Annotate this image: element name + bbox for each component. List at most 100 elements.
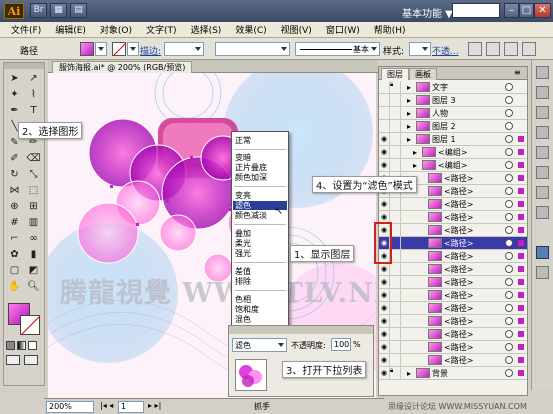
fill-dropdown[interactable]	[95, 42, 107, 56]
blend-mode-option[interactable]: 差值	[235, 267, 251, 276]
column-graph-tool-icon[interactable]: ▮	[25, 247, 42, 262]
symbols-panel-icon[interactable]	[536, 126, 549, 139]
document-setup-icon[interactable]	[468, 42, 482, 56]
gradient-tool-icon[interactable]: ▥	[25, 215, 42, 230]
expand-arrow-icon[interactable]: ▸	[407, 83, 414, 92]
lock-toggle[interactable]	[390, 133, 401, 145]
visibility-eye-icon[interactable]: ◉	[379, 315, 390, 327]
stroke-weight-input[interactable]	[164, 42, 204, 56]
target-circle-icon[interactable]	[505, 369, 513, 377]
bridge-icon[interactable]: Br	[30, 3, 47, 18]
lock-toggle[interactable]	[390, 276, 401, 288]
lock-toggle[interactable]	[390, 107, 401, 119]
lock-toggle[interactable]	[390, 146, 401, 158]
target-circle-icon[interactable]	[505, 109, 513, 117]
stroke-panel-icon[interactable]	[536, 146, 549, 159]
layout-icon[interactable]: ▤	[70, 3, 87, 18]
layer-row[interactable]: ◉<路径>	[379, 250, 527, 263]
swatches-panel-icon[interactable]	[536, 86, 549, 99]
free-transform-tool-icon[interactable]: ⬚	[25, 183, 42, 198]
lock-toggle[interactable]	[390, 341, 401, 353]
blend-mode-list[interactable]: 正常 变暗 正片叠底 颜色加深 变亮 滤色 颜色减淡 叠加 柔光 强光 差值 排…	[231, 131, 289, 339]
visibility-eye-icon[interactable]	[379, 94, 390, 106]
stroke-swatch[interactable]	[112, 42, 126, 56]
target-circle-icon[interactable]	[505, 200, 513, 208]
shape-builder-tool-icon[interactable]: ⊕	[6, 199, 23, 214]
menu-file[interactable]: 文件(F)	[4, 23, 48, 36]
blend-mode-option[interactable]: 色相	[235, 295, 251, 304]
target-circle-icon[interactable]	[505, 122, 513, 130]
target-circle-icon[interactable]	[505, 304, 513, 312]
target-circle-icon[interactable]	[505, 226, 513, 234]
lock-toggle[interactable]	[390, 302, 401, 314]
layer-row[interactable]: ◉<路径>	[379, 341, 527, 354]
target-circle-icon[interactable]	[505, 96, 513, 104]
document-tab[interactable]: 服饰海报.ai* @ 200% (RGB/预览)	[52, 61, 193, 73]
visibility-eye-icon[interactable]: ◉	[379, 289, 390, 301]
target-circle-icon[interactable]	[505, 187, 513, 195]
target-circle-icon[interactable]	[505, 330, 513, 338]
target-circle-icon[interactable]	[505, 356, 513, 364]
blend-mode-option[interactable]: 柔光	[235, 239, 251, 248]
selection-indicator[interactable]	[518, 253, 524, 259]
eyedropper-tool-icon[interactable]: ⌐	[6, 231, 23, 246]
visibility-eye-icon[interactable]	[379, 107, 390, 119]
layer-row[interactable]: ◉ 🔒︎ ▸ 背景	[379, 367, 527, 380]
lock-toggle[interactable]	[390, 120, 401, 132]
blend-mode-option[interactable]: 正常	[235, 136, 251, 145]
blend-mode-option[interactable]: 叠加	[235, 229, 251, 238]
expand-arrow-icon[interactable]: ▸	[407, 122, 414, 131]
layer-row[interactable]: ▸ 图层 3	[379, 94, 527, 107]
gradient-panel-icon[interactable]	[536, 166, 549, 179]
stroke-color-box[interactable]	[20, 315, 40, 335]
selection-indicator[interactable]	[518, 123, 524, 129]
expand-arrow-icon[interactable]: ▸	[413, 148, 420, 157]
target-circle-icon[interactable]	[505, 343, 513, 351]
layer-row[interactable]: 🔒︎ ▸ 文字	[379, 81, 527, 94]
mesh-tool-icon[interactable]: #	[6, 215, 23, 230]
expand-arrow-icon[interactable]: ▸	[413, 161, 420, 170]
appearance-panel-icon[interactable]	[536, 206, 549, 219]
none-mode-icon[interactable]	[28, 341, 37, 350]
layer-row[interactable]: ◉ ▸ <编组>	[379, 146, 527, 159]
maximize-button[interactable]: □	[519, 3, 534, 18]
layer-row[interactable]: ◉<路径>	[379, 354, 527, 367]
scale-tool-icon[interactable]: ⤡	[25, 167, 42, 182]
selection-indicator[interactable]	[518, 149, 524, 155]
selection-indicator[interactable]	[518, 292, 524, 298]
target-circle-icon[interactable]	[505, 265, 513, 273]
selection-indicator[interactable]	[518, 318, 524, 324]
layer-row[interactable]: ◉<路径>	[379, 211, 527, 224]
target-circle-icon[interactable]	[505, 317, 513, 325]
search-input[interactable]	[452, 3, 500, 18]
visibility-eye-icon[interactable]: ◉	[379, 328, 390, 340]
expand-arrow-icon[interactable]: ▸	[407, 96, 414, 105]
selection-indicator[interactable]	[518, 357, 524, 363]
color-mode-icon[interactable]	[6, 341, 15, 350]
lock-toggle[interactable]	[390, 289, 401, 301]
blend-tool-icon[interactable]: ∞	[25, 231, 42, 246]
tab-artboards[interactable]: 画板	[409, 68, 437, 80]
first-page-icon[interactable]: |◂ ◂	[100, 401, 113, 410]
visibility-eye-icon[interactable]: ◉	[379, 302, 390, 314]
minimize-button[interactable]: –	[504, 3, 519, 18]
target-circle-icon[interactable]	[505, 174, 513, 182]
expand-arrow-icon[interactable]: ▸	[407, 135, 414, 144]
menu-help[interactable]: 帮助(H)	[367, 23, 413, 36]
layer-row[interactable]: ▸ 图层 2	[379, 120, 527, 133]
style-dropdown[interactable]	[409, 42, 431, 56]
target-circle-icon[interactable]	[505, 252, 513, 260]
expand-arrow-icon[interactable]: ▸	[407, 369, 414, 378]
arrange-icon[interactable]: ▦	[50, 3, 67, 18]
visibility-eye-icon[interactable]: ◉	[379, 198, 390, 210]
visibility-eye-icon[interactable]: ◉	[379, 354, 390, 366]
visibility-eye-icon[interactable]: ◉	[379, 263, 390, 275]
selection-tool-icon[interactable]: ➤	[6, 71, 23, 86]
blob-brush-tool-icon[interactable]: ✐	[6, 151, 23, 166]
lock-toggle[interactable]	[390, 328, 401, 340]
rotate-tool-icon[interactable]: ↻	[6, 167, 23, 182]
visibility-eye-icon[interactable]: ◉	[379, 159, 390, 171]
color-panel-icon[interactable]	[536, 66, 549, 79]
visibility-eye-icon[interactable]	[379, 81, 390, 93]
screen-mode-icon[interactable]	[24, 355, 38, 365]
